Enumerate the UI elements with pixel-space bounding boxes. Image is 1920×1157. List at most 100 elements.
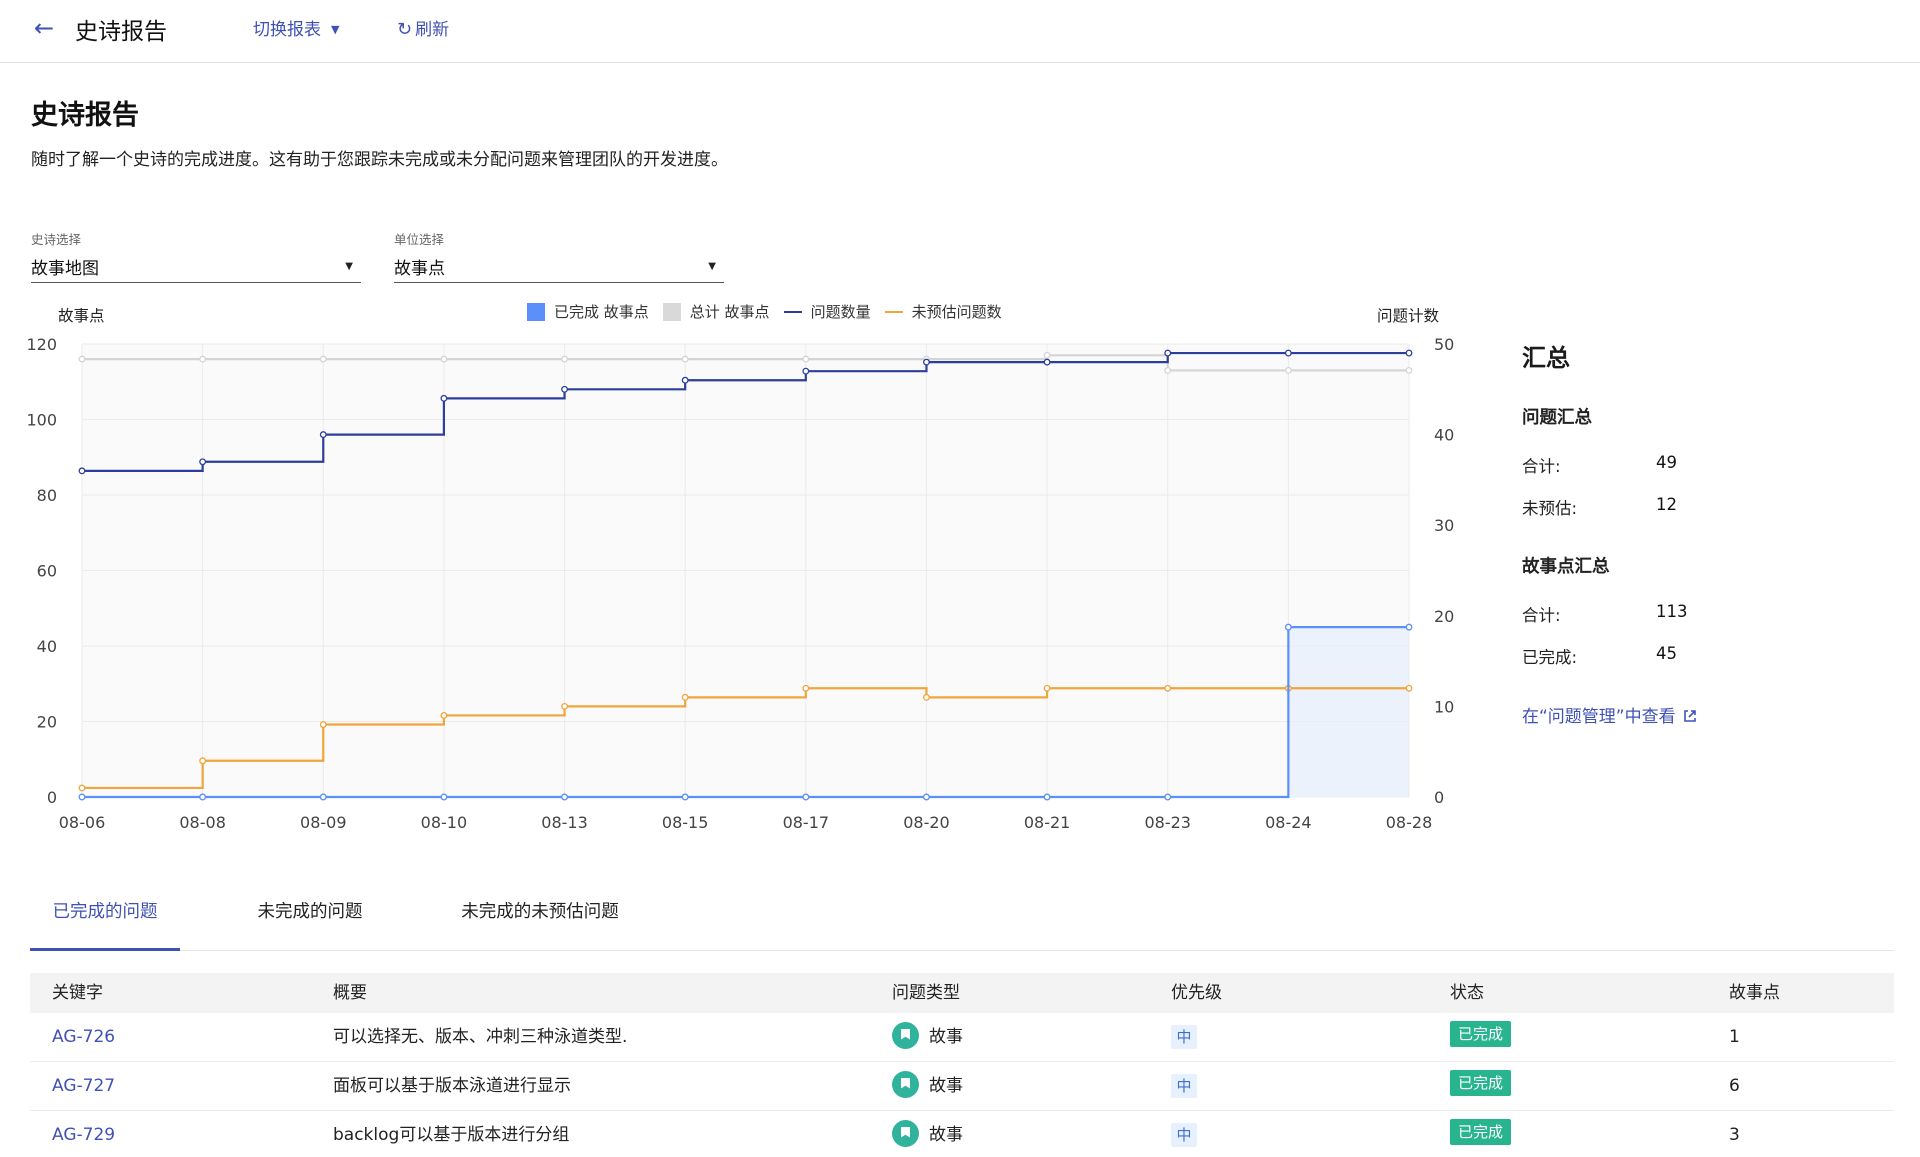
data-point [1164,349,1172,357]
y-right-tick-label: 20 [1434,607,1454,626]
switch-report-label: 切换报表 [253,20,321,40]
data-point [78,467,86,475]
x-tick-label: 08-17 [783,813,830,832]
data-point [1284,623,1292,631]
refresh-icon: ↻ [397,19,413,40]
column-header-key: 关键字 [52,983,103,1003]
y-left-tick-label: 100 [26,411,57,430]
back-arrow-icon[interactable]: ← [30,14,58,42]
unit-select[interactable]: 单位选择 故事点 ▼ [394,229,724,283]
issue-key-link[interactable]: AG-727 [52,1062,115,1111]
data-point [802,367,810,375]
y-left-tick-label: 0 [47,788,57,807]
data-point [78,784,86,792]
epic-report-chart: 0 20 40 60 80 100 120 0 10 20 30 40 50 08-06 08-08 08-0… [26,307,1454,832]
issue-status: 已完成 [1450,1108,1512,1157]
tab-incomplete-unestimated[interactable]: 未完成的未预估问题 [425,890,655,951]
data-point [319,355,327,363]
table-header: 关键字 概要 问题类型 优先级 状态 故事点 [30,973,1894,1013]
x-tick-label: 08-28 [1386,813,1433,832]
points-done-value: 45 [1656,644,1677,663]
top-bar: ← 史诗报告 切换报表 ▼ ↻ 刷新 [0,0,1920,63]
dropdown-arrow-icon: ▼ [708,261,716,272]
y-left-tick-label: 120 [26,335,57,354]
data-point [1043,351,1051,359]
y-right-tick-label: 0 [1434,788,1444,807]
issue-summary: 可以选择无、版本、冲刺三种泳道类型. [333,1027,628,1047]
y-right-axis-title: 问题计数 [1377,307,1440,325]
y-right-tick-label: 10 [1434,697,1454,716]
issue-unestimated-value: 12 [1656,495,1677,514]
points-total-label: 合计: [1522,606,1561,625]
issue-type: 故事 [892,1111,963,1157]
data-point [1405,349,1413,357]
issue-total-label: 合计: [1522,457,1561,476]
points-summary-heading: 故事点汇总 [1522,557,1610,577]
data-point [319,721,327,728]
column-header-status: 状态 [1450,983,1484,1003]
y-right-tick-label: 40 [1434,426,1454,445]
refresh-button[interactable]: ↻ 刷新 [397,15,449,40]
refresh-label: 刷新 [415,20,450,40]
issue-type-label: 故事 [929,1027,963,1047]
epic-select[interactable]: 史诗选择 故事地图 ▼ [31,229,361,283]
switch-report-button[interactable]: 切换报表 ▼ [253,15,339,40]
data-point [1043,793,1051,801]
points-total-value: 113 [1656,602,1688,621]
x-tick-label: 08-21 [1024,813,1071,832]
x-tick-label: 08-13 [541,813,588,832]
y-left-tick-label: 40 [37,637,57,656]
data-point [440,793,448,801]
y-left-tick-label: 20 [37,713,57,732]
story-bookmark-icon [892,1119,919,1147]
data-point [561,793,568,801]
issue-summary: 面板可以基于版本泳道进行显示 [333,1076,571,1096]
epic-select-label: 史诗选择 [31,232,82,247]
x-tick-label: 08-06 [59,813,106,832]
table-row[interactable]: AG-727 面板可以基于版本泳道进行显示 故事 中 已完成 6 [30,1062,1894,1111]
data-point [199,757,207,765]
status-badge: 已完成 [1450,1070,1512,1096]
issue-key-link[interactable]: AG-729 [52,1111,115,1157]
issue-key-link[interactable]: AG-726 [52,1013,115,1062]
data-point [923,793,930,801]
issue-type: 故事 [892,1062,963,1111]
data-point [1405,684,1413,692]
table-row[interactable]: AG-726 可以选择无、版本、冲刺三种泳道类型. 故事 中 已完成 1 [30,1013,1894,1062]
page-title: 史诗报告 [31,100,139,131]
data-point [1164,366,1172,374]
view-in-issues-link[interactable]: 在“问题管理”中查看 [1522,702,1697,727]
unit-select-label: 单位选择 [394,232,445,247]
y-left-tick-label: 60 [37,562,57,581]
data-point [802,793,810,801]
issue-type-label: 故事 [929,1076,963,1096]
data-point [440,712,448,719]
column-header-type: 问题类型 [892,983,960,1003]
issue-summary-heading: 问题汇总 [1522,408,1592,428]
data-point [1043,684,1051,692]
issue-status: 已完成 [1450,1059,1512,1108]
data-point [561,385,568,393]
issue-unestimated-label: 未预估: [1522,499,1578,518]
tab-incomplete[interactable]: 未完成的问题 [230,890,390,951]
issue-points: 1 [1729,1027,1740,1047]
data-point [199,793,207,801]
x-tick-label: 08-08 [179,813,226,832]
priority-badge: 中 [1171,1123,1197,1147]
story-bookmark-icon [892,1021,919,1049]
data-point [1164,684,1172,692]
data-point [923,358,930,366]
column-header-points: 故事点 [1729,983,1780,1003]
status-badge: 已完成 [1450,1021,1512,1047]
table-row[interactable]: AG-729 backlog可以基于版本进行分组 故事 中 已完成 3 [30,1111,1894,1157]
x-tick-label: 08-10 [421,813,468,832]
data-point [440,355,448,363]
column-header-priority: 优先级 [1171,983,1222,1003]
data-point [802,355,810,363]
priority-badge: 中 [1171,1025,1197,1049]
data-point [681,376,689,384]
issue-points: 6 [1729,1076,1740,1096]
data-point [561,702,568,710]
tab-completed[interactable]: 已完成的问题 [30,890,180,951]
data-point [78,793,86,801]
